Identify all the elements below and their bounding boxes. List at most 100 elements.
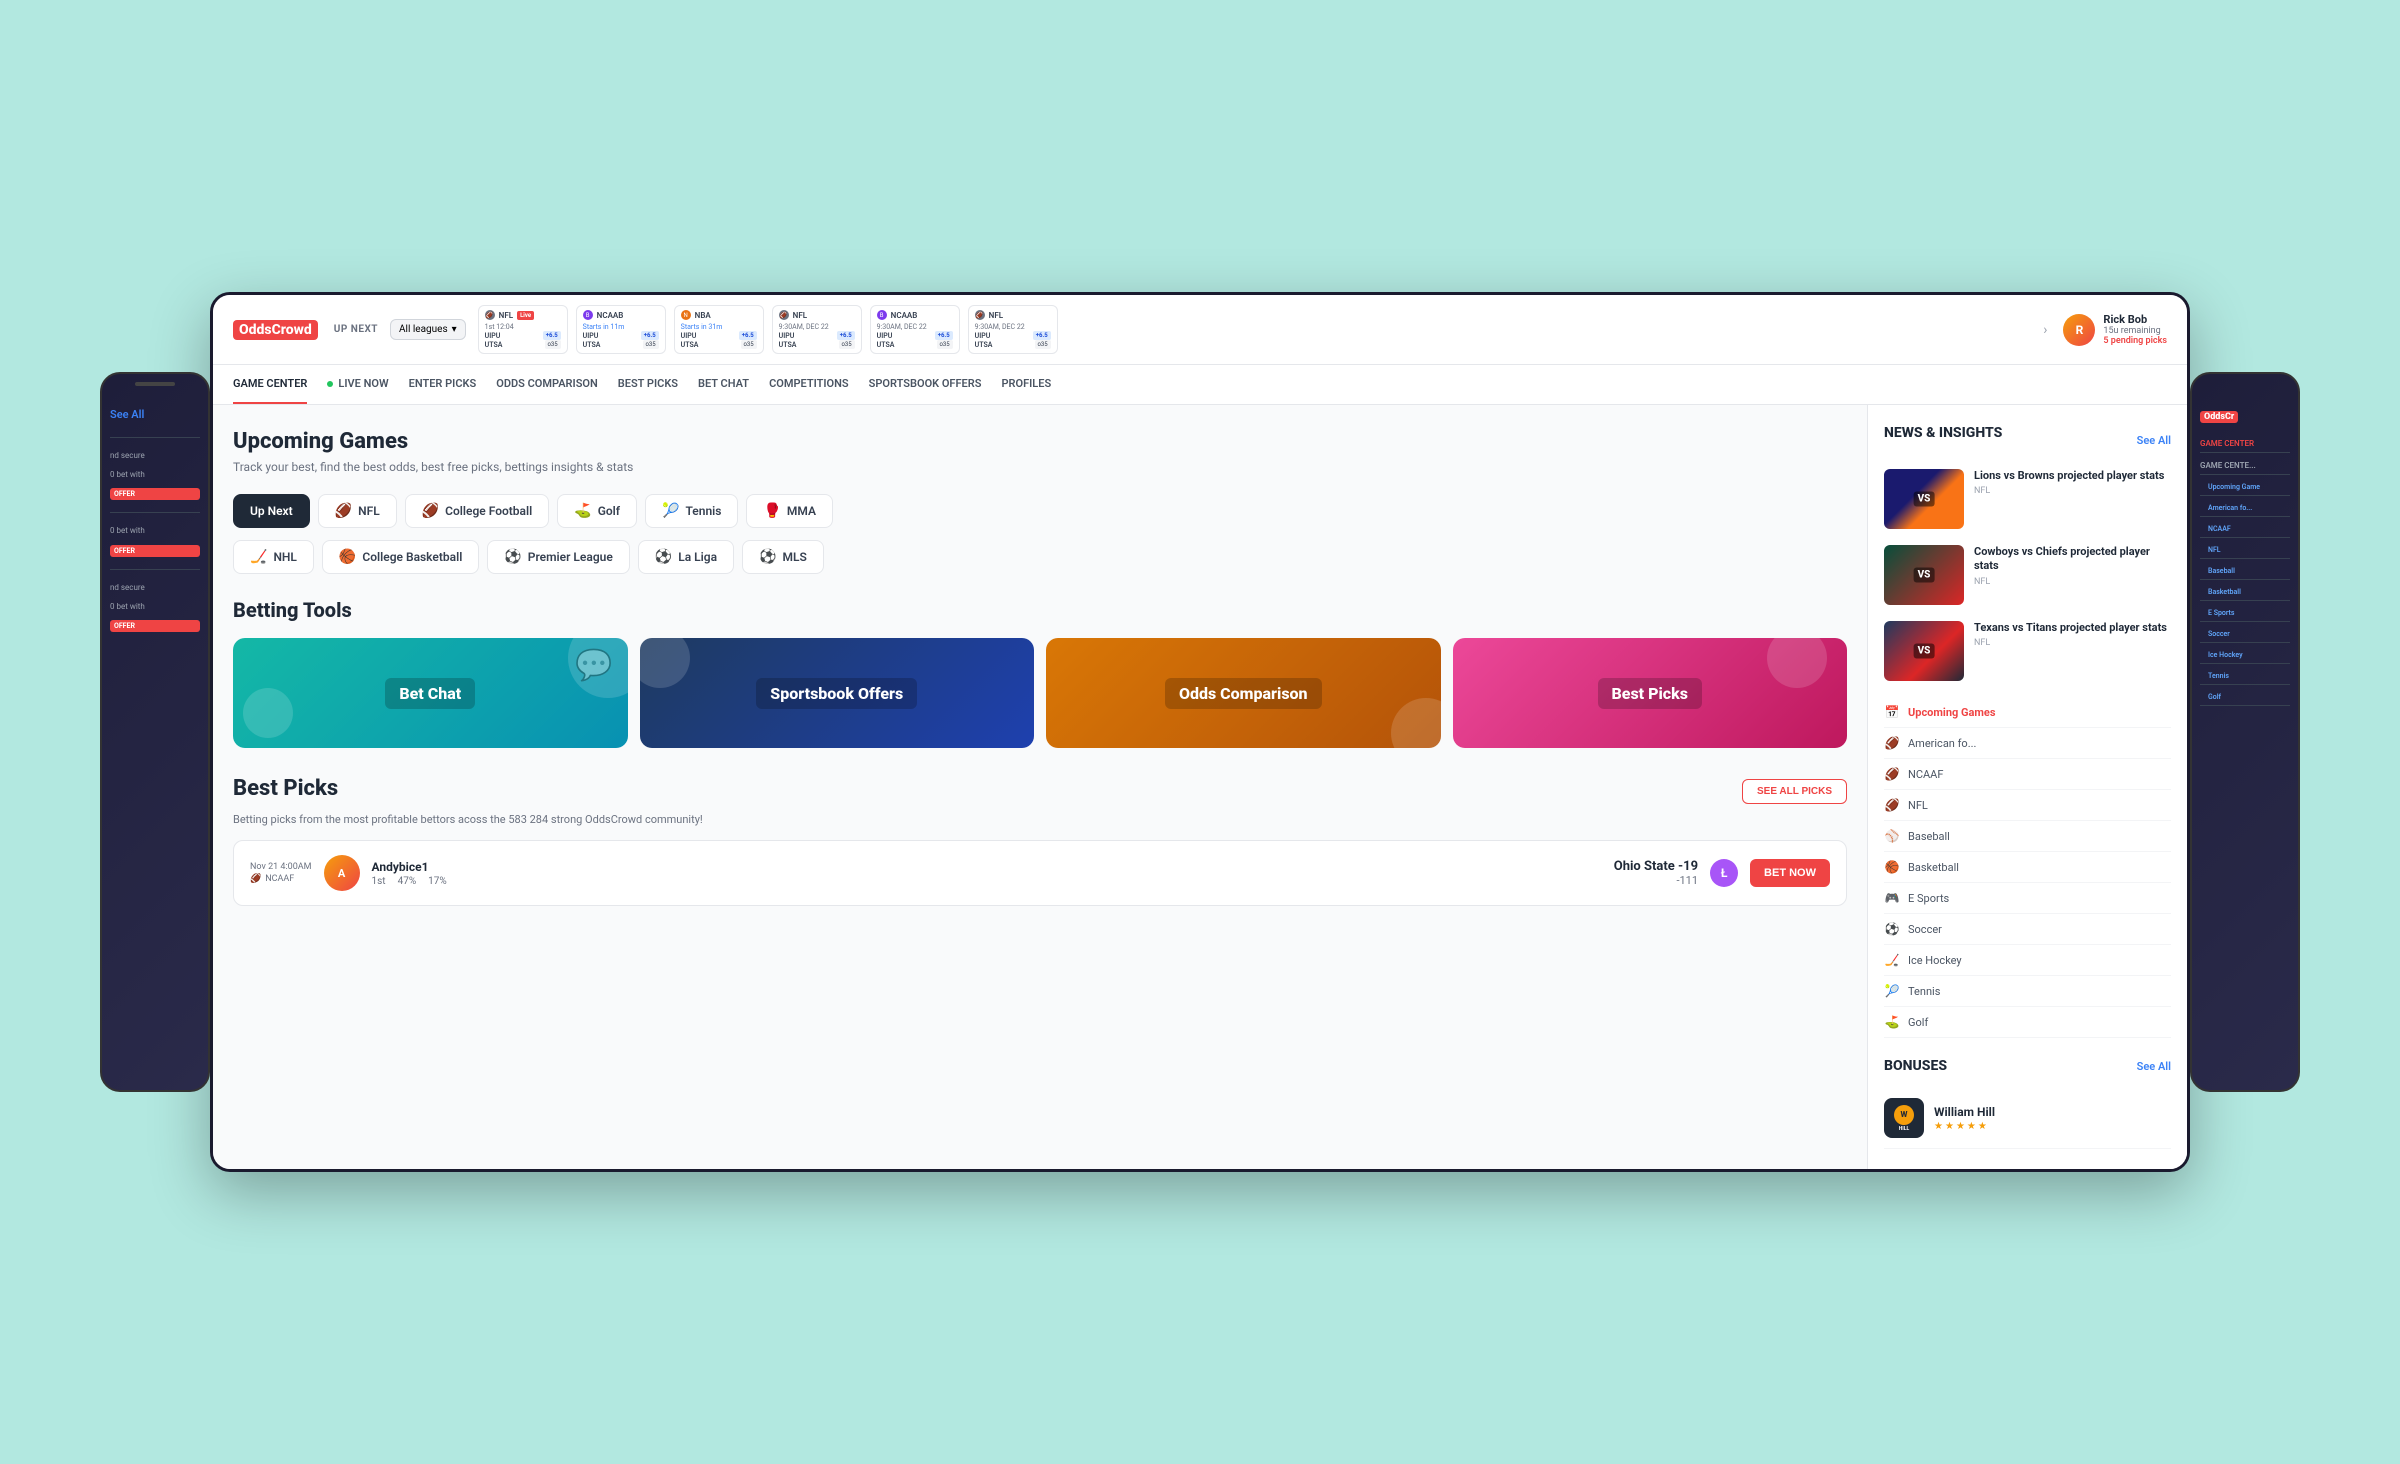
sidebar-nav-ice-hockey[interactable]: 🏒 Ice Hockey: [1884, 945, 2171, 976]
sidebar-nav-baseball-label: Baseball: [1908, 830, 1950, 843]
star-3: ★: [1956, 1121, 1965, 1132]
user-name: Rick Bob: [2103, 313, 2167, 326]
pick-selection: Ohio State -19 -111: [459, 859, 1698, 887]
sport-btn-college-football[interactable]: 🏈 College Football: [405, 494, 550, 528]
betting-tools-section: Betting Tools 💬 Bet Chat Sportsbook Offe…: [233, 598, 1847, 748]
nav-profiles[interactable]: PROFILES: [1001, 365, 1051, 404]
william-hill-info: William Hill ★ ★ ★ ★ ★: [1934, 1105, 2171, 1132]
nav-sportsbook-offers[interactable]: SPORTSBOOK OFFERS: [869, 365, 982, 404]
team-4a: UIPU: [779, 332, 795, 340]
star-1: ★: [1934, 1121, 1943, 1132]
see-all-picks-button[interactable]: SEE ALL PICKS: [1742, 779, 1847, 804]
left-text-4: nd secure: [110, 582, 200, 593]
sidebar-nav-american-football[interactable]: 🏈 American fo...: [1884, 728, 2171, 759]
tool-card-bet-chat[interactable]: 💬 Bet Chat: [233, 638, 628, 748]
news-card-2[interactable]: VS Cowboys vs Chiefs projected player st…: [1884, 545, 2171, 605]
right-nav-tennis[interactable]: Tennis: [2200, 668, 2290, 685]
news-card-1[interactable]: VS Lions vs Browns projected player stat…: [1884, 469, 2171, 529]
sport-btn-premier-league[interactable]: ⚽ Premier League: [487, 540, 629, 574]
sidebar-nav-tennis[interactable]: 🎾 Tennis: [1884, 976, 2171, 1007]
right-nav-ncaaf[interactable]: NCAAF: [2200, 521, 2290, 538]
tool-card-best-picks[interactable]: Best Picks: [1453, 638, 1848, 748]
news-card-3[interactable]: VS Texans vs Titans projected player sta…: [1884, 621, 2171, 681]
sport-btn-nfl[interactable]: 🏈 NFL: [318, 494, 397, 528]
right-nav-ice-hockey[interactable]: Ice Hockey: [2200, 647, 2290, 664]
right-nav-game-center[interactable]: GAME CENTER: [2200, 435, 2290, 453]
tool-card-odds[interactable]: Odds Comparison: [1046, 638, 1441, 748]
left-phone-see-all[interactable]: See All: [110, 404, 200, 425]
nav-live-now[interactable]: LIVE NOW: [327, 365, 388, 404]
upcoming-games-title: Upcoming Games: [233, 429, 1847, 454]
sport-btn-la-liga[interactable]: ⚽ La Liga: [638, 540, 734, 574]
tool-card-sportsbook[interactable]: Sportsbook Offers: [640, 638, 1035, 748]
right-nav-nfl[interactable]: NFL: [2200, 542, 2290, 559]
game-card-1[interactable]: 🏈 NFL Live 1st 12:04 UIPU +6.5 UTSA o35: [478, 305, 568, 354]
sport-btn-up-next[interactable]: Up Next: [233, 494, 310, 528]
sidebar-nav-upcoming-games[interactable]: 📅 Upcoming Games: [1884, 697, 2171, 728]
nav-bet-chat[interactable]: BET CHAT: [698, 365, 749, 404]
total-5b: o35: [937, 340, 953, 349]
sidebar-nav-esports[interactable]: 🎮 E Sports: [1884, 883, 2171, 914]
game-card-3[interactable]: N NBA Starts in 31m UIPU +6.5 UTSA o35: [674, 305, 764, 354]
sport-btn-tennis[interactable]: 🎾 Tennis: [645, 494, 738, 528]
premier-league-icon: ⚽: [504, 549, 521, 565]
sport-label-golf: Golf: [598, 504, 620, 518]
right-nav-baseball[interactable]: Baseball: [2200, 563, 2290, 580]
up-next-label: UP NEXT: [334, 324, 378, 335]
right-nav-upcoming[interactable]: Upcoming Game: [2200, 479, 2290, 496]
sidebar-nav-ncaaf[interactable]: 🏈 NCAAF: [1884, 759, 2171, 790]
nfl-icon-2: 🏈: [779, 310, 789, 320]
tool-sportsbook-label: Sportsbook Offers: [756, 678, 917, 709]
nav-enter-picks[interactable]: ENTER PICKS: [409, 365, 477, 404]
sidebar-nav-golf[interactable]: ⛳ Golf: [1884, 1007, 2171, 1038]
sport-btn-golf[interactable]: ⛳ Golf: [557, 494, 637, 528]
left-offer-1[interactable]: OFFER: [110, 488, 200, 500]
nav-game-center[interactable]: GAME CENTER: [233, 365, 307, 404]
bonuses-see-all[interactable]: See All: [2137, 1060, 2171, 1073]
sidebar-nav-soccer[interactable]: ⚽ Soccer: [1884, 914, 2171, 945]
sport-btn-nhl[interactable]: 🏒 NHL: [233, 540, 314, 574]
sport-btn-mls[interactable]: ⚽ MLS: [742, 540, 824, 574]
nav-best-picks[interactable]: BEST PICKS: [618, 365, 678, 404]
sport-btn-mma[interactable]: 🥊 MMA: [746, 494, 833, 528]
outer-wrapper: See All nd secure 0 bet with OFFER 0 bet…: [100, 292, 2300, 1172]
news-header: NEWS & INSIGHTS See All: [1884, 425, 2171, 455]
bonus-card-william-hill[interactable]: W HILL William Hill ★ ★ ★ ★ ★: [1884, 1088, 2171, 1149]
right-nav-game-center-sub[interactable]: GAME CENTE...: [2200, 457, 2290, 475]
sport-label-college-football: College Football: [445, 504, 532, 518]
right-nav-soccer[interactable]: Soccer: [2200, 626, 2290, 643]
right-nav-american-fo[interactable]: American fo...: [2200, 500, 2290, 517]
nav-odds-comparison[interactable]: ODDS COMPARISON: [496, 365, 598, 404]
games-next-icon[interactable]: ›: [2043, 322, 2047, 338]
team-4b: UTSA: [779, 341, 797, 349]
total-6b: o35: [1035, 340, 1051, 349]
sidebar-nav-baseball[interactable]: ⚾ Baseball: [1884, 821, 2171, 852]
right-logo-text: OddsCr: [2200, 411, 2238, 423]
sport-filters-row2: 🏒 NHL 🏀 College Basketball ⚽ Premier Lea…: [233, 540, 1847, 574]
right-nav-esports[interactable]: E Sports: [2200, 605, 2290, 622]
game-card-4[interactable]: 🏈 NFL 9:30AM, DEC 22 UIPU +6.5 UTSA o35: [772, 305, 862, 354]
game-card-5[interactable]: B NCAAB 9:30AM, DEC 22 UIPU +6.5 UTSA o3…: [870, 305, 960, 354]
sidebar-nav-basketball[interactable]: 🏀 Basketball: [1884, 852, 2171, 883]
tool-odds-label: Odds Comparison: [1165, 678, 1322, 709]
pick-roi-percent: 17%: [428, 876, 447, 887]
right-nav-golf[interactable]: Golf: [2200, 689, 2290, 706]
game-card-2[interactable]: B NCAAB Starts in 11m UIPU +6.5 UTSA o35: [576, 305, 666, 354]
right-nav-basketball[interactable]: Basketball: [2200, 584, 2290, 601]
logo[interactable]: OddsCrowd: [233, 320, 318, 340]
sidebar-nav-nfl[interactable]: 🏈 NFL: [1884, 790, 2171, 821]
news-league-2: NFL: [1974, 577, 2171, 587]
sport-btn-college-basketball[interactable]: 🏀 College Basketball: [322, 540, 479, 574]
left-offer-2[interactable]: OFFER: [110, 545, 200, 557]
all-leagues-button[interactable]: All leagues ▾: [390, 319, 466, 340]
news-see-all[interactable]: See All: [2137, 434, 2171, 447]
right-phone-logo: OddsCr: [2200, 411, 2238, 422]
left-offer-3[interactable]: OFFER: [110, 620, 200, 632]
nav-competitions[interactable]: COMPETITIONS: [769, 365, 849, 404]
nav-best-picks-label: BEST PICKS: [618, 377, 678, 390]
picks-header: Best Picks SEE ALL PICKS: [233, 776, 1847, 807]
game-card-6[interactable]: 🏈 NFL 9:30AM, DEC 22 UIPU +6.5 UTSA o35: [968, 305, 1058, 354]
nba-icon: N: [681, 310, 691, 320]
team-3b: UTSA: [681, 341, 699, 349]
bet-now-button[interactable]: BET NOW: [1750, 859, 1830, 887]
